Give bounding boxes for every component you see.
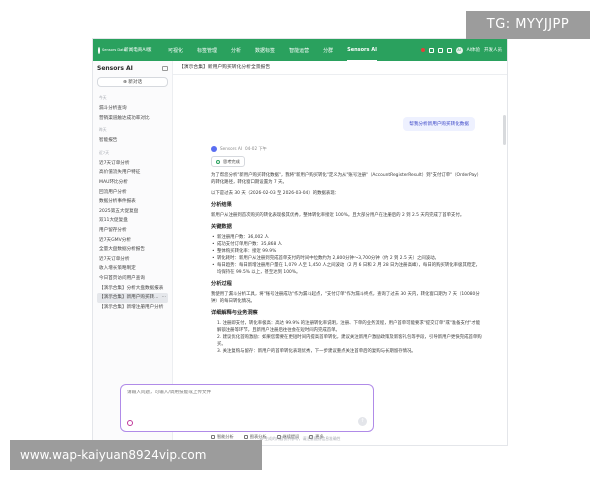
- metric-item: 新注册用户数：36,002 人: [211, 234, 483, 241]
- sidebar-item[interactable]: 漏斗分析查询: [97, 104, 168, 114]
- insight-item: 1. 注册即支付，转化率极高：高达 99.9% 的注册转化率说明，注册、下单的业…: [217, 321, 481, 333]
- screenshot-stage: TG: MYYJJPP Sensors Data 新闻电商AI版 可视化 标签管…: [0, 0, 600, 480]
- answer-range: 以下是过去 30 天（2026-02-03 至 2026-03-04）的数据表现…: [211, 191, 340, 196]
- nav-right-tools: AI AI体验 开发人员: [420, 46, 502, 54]
- brand-logo[interactable]: Sensors Data: [98, 46, 126, 54]
- new-chat-label: 新对话: [128, 80, 143, 85]
- sidebar-title: Sensors AI: [97, 65, 133, 72]
- skill-icon[interactable]: [127, 420, 133, 426]
- sidebar-item[interactable]: 智能报告: [97, 136, 168, 146]
- metric-item: 转化耗时：新用户从注册到完成首单支付的时间中位数约为 2,800分钟～3,700…: [211, 255, 483, 262]
- sidebar-item[interactable]: 近7天订单分析: [97, 159, 168, 169]
- sidebar-item[interactable]: 【演示合集】分析大盘数据报表: [97, 284, 168, 294]
- metric-item: 整体购买转化率：接近 99.9%: [211, 248, 483, 255]
- check-icon: [216, 159, 220, 164]
- ai-avatar-icon: [211, 145, 217, 152]
- metric-item: 每日趋势：每日新增注册用户量在 1,079 人至 1,450 人之间波动（2 月…: [211, 262, 483, 276]
- sidebar-item[interactable]: 全量大盘数据分析报告: [97, 245, 168, 255]
- nav-item-segments[interactable]: 分群: [323, 47, 333, 54]
- assistant-header: Sensors AI 04-02 下午: [211, 145, 483, 152]
- watermark-bottom: www.wap-kaiyuan8924vip.com: [10, 440, 262, 470]
- sidebar-item[interactable]: 近7天GMV分析: [97, 236, 168, 246]
- watermark-top: TG: MYYJJPP: [466, 11, 590, 39]
- nav-item-smart-operations[interactable]: 智能运营: [289, 47, 309, 54]
- settings-icon[interactable]: [446, 47, 452, 53]
- sidebar-item[interactable]: 数据分析事件报表: [97, 197, 168, 207]
- sidebar-item[interactable]: 今日首页访问用户查询: [97, 274, 168, 284]
- nav-menu: 可视化 标签管理 分析 数据标签 智能运营 分群 Sensors AI: [168, 47, 377, 62]
- assistant-message: Sensors AI 04-02 下午 思考完成 为了帮您分析"新用户购买转化数…: [211, 145, 483, 355]
- sidebar-item[interactable]: 收入增长策略制定: [97, 264, 168, 274]
- top-navigation-bar: Sensors Data 新闻电商AI版 可视化 标签管理 分析 数据标签 智能…: [93, 39, 507, 62]
- nav-item-analysis[interactable]: 分析: [231, 47, 241, 54]
- thinking-toggle[interactable]: 思考完成: [211, 156, 245, 167]
- sensors-logo-icon: [98, 46, 100, 54]
- sidebar-item[interactable]: 营销渠道触达成功率对比: [97, 114, 168, 124]
- notification-badge-icon[interactable]: [420, 48, 425, 52]
- answer-process: 我使用了漏斗分析工具，将"账号注册成功"作为漏斗起点，"支付订单"作为漏斗终点，…: [211, 292, 480, 304]
- user-role: 开发人员: [484, 48, 502, 53]
- new-chat-button[interactable]: ⊕ 新对话: [97, 77, 168, 87]
- chat-scrollbar[interactable]: [503, 115, 506, 145]
- sidebar-item[interactable]: 近7天订单分析: [97, 255, 168, 265]
- more-options-icon[interactable]: ···: [162, 293, 166, 303]
- sidebar-group-last-7-days: 近7天: [99, 149, 110, 155]
- sidebar-item[interactable]: 用户留存分析: [97, 226, 168, 236]
- sidebar-item[interactable]: 【演示合集】新增注册用户分析: [97, 303, 168, 313]
- message-icon[interactable]: [428, 47, 434, 53]
- help-icon[interactable]: [437, 47, 443, 53]
- thinking-label: 思考完成: [223, 159, 240, 164]
- sidebar-item[interactable]: 2025第五大促复盘: [97, 207, 168, 217]
- send-button[interactable]: ↑: [358, 417, 367, 426]
- chat-composer: ↑: [120, 384, 374, 432]
- assistant-time: 04-02 下午: [244, 146, 267, 151]
- user-avatar[interactable]: AI: [455, 46, 463, 54]
- sidebar-item[interactable]: 双11大促复盘: [97, 216, 168, 226]
- section-heading-conclusion: 分析结果: [211, 202, 232, 208]
- sidebar-item[interactable]: MAU环比分析: [97, 178, 168, 188]
- chat-input[interactable]: [127, 390, 367, 395]
- project-switcher[interactable]: 新闻电商AI版: [124, 47, 164, 53]
- sidebar-collapse-icon[interactable]: [162, 66, 168, 71]
- answer-intro: 为了帮您分析"新用户购买转化数据"，我将"新用户购买转化"定义为从"账号注册"（…: [211, 173, 482, 185]
- nav-item-sensors-ai[interactable]: Sensors AI: [347, 47, 377, 62]
- user-name[interactable]: AI体验: [467, 47, 480, 53]
- metric-item: 成功支付订单用户数：35,868 人: [211, 241, 483, 248]
- nav-item-tag-management[interactable]: 标签管理: [197, 47, 217, 54]
- nav-item-visualization[interactable]: 可视化: [168, 47, 183, 54]
- sidebar-header: Sensors AI: [97, 65, 168, 72]
- sidebar-group-yesterday: 昨天: [99, 127, 107, 133]
- sidebar-item[interactable]: 回流用户分析: [97, 188, 168, 198]
- answer-conclusion: 新用户从注册到首次购买的转化表现极其优秀，整体转化率接近 100%。且大部分用户…: [211, 213, 465, 218]
- conversation-title: 【演示合集】新用户购买转化分析全景报告: [173, 61, 507, 75]
- section-heading-process: 分析过程: [211, 281, 232, 287]
- section-heading-insights: 详细解释与业务洞察: [211, 310, 258, 316]
- insight-item: 3. 关注复购与留存：新用户的首单转化表现优秀，下一步建议重点关注首单后的复购与…: [217, 349, 416, 354]
- section-heading-metrics: 关键数据: [211, 224, 232, 230]
- brand-logo-text: Sensors Data: [102, 48, 126, 52]
- sidebar-item[interactable]: 高价值流失用户特征: [97, 168, 168, 178]
- insight-item: 2. 建议优化首购激励：如果您需要在更短时间内提高首单转化，建议关注新用户激励政…: [217, 335, 482, 347]
- sidebar-group-today: 今天: [99, 95, 107, 100]
- sidebar-item-active[interactable]: 【演示合集】新用户购买转... ···: [97, 293, 168, 303]
- sidebar-item-label: 【演示合集】新用户购买转...: [99, 295, 159, 301]
- nav-item-data-tags[interactable]: 数据标签: [255, 47, 275, 54]
- assistant-name: Sensors AI: [220, 146, 242, 151]
- user-message-bubble: 帮我分析新用户购买转化数据: [403, 117, 475, 131]
